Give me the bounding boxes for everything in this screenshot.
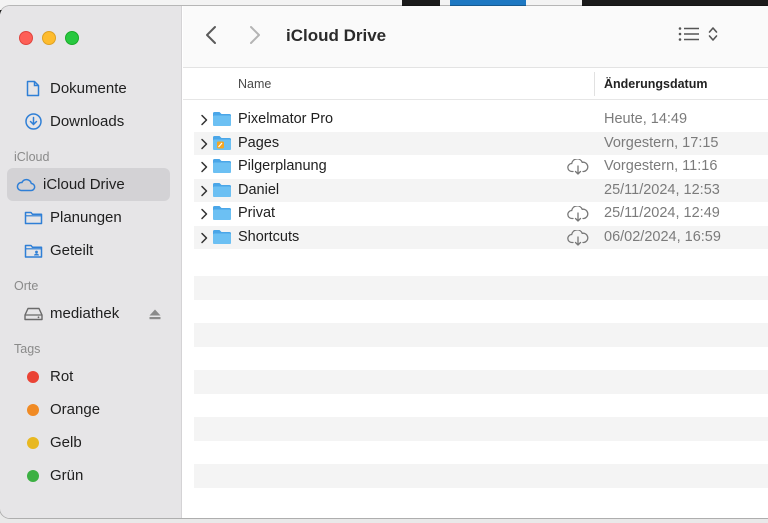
sidebar-item-label: Rot: [50, 368, 74, 385]
file-date: Vorgestern, 11:16: [604, 158, 718, 174]
file-list: Pixelmator Pro Heute, 14:49 Pages Vorges…: [194, 108, 768, 249]
file-name: Privat: [238, 205, 276, 221]
table-row[interactable]: Daniel 25/11/2024, 12:53: [194, 178, 768, 203]
folder-icon: [212, 182, 232, 203]
list-view-icon: [678, 26, 700, 47]
zoom-button[interactable]: [65, 31, 79, 45]
view-options-button[interactable]: [678, 26, 718, 47]
sidebar-section-header: Tags: [14, 342, 41, 356]
file-date: 25/11/2024, 12:49: [604, 205, 720, 221]
file-date: Vorgestern, 17:15: [604, 134, 719, 151]
sidebar-item-planungen[interactable]: Planungen: [7, 201, 175, 234]
file-name: Pages: [238, 134, 280, 151]
document-icon: [23, 80, 43, 98]
column-header: Name Änderungsdatum: [183, 69, 768, 100]
tag-color-icon: [23, 434, 43, 452]
sidebar-section-header: Orte: [14, 279, 39, 293]
pages-folder-icon: [212, 135, 232, 156]
chevron-up-down-icon: [708, 26, 718, 47]
folder-icon: [212, 111, 232, 132]
sidebar-item-label: Geteilt: [50, 242, 94, 259]
file-name: Shortcuts: [238, 228, 300, 245]
file-date: Heute, 14:49: [604, 111, 688, 127]
tag-color-icon: [23, 368, 43, 386]
sidebar-section-header: iCloud: [14, 150, 50, 164]
close-button[interactable]: [19, 31, 33, 45]
file-name: Pixelmator Pro: [238, 111, 334, 127]
cloud-download-icon[interactable]: [567, 228, 589, 251]
cloud-icon: [16, 176, 36, 194]
minimize-button[interactable]: [42, 31, 56, 45]
disclosure-chevron-icon[interactable]: [200, 207, 208, 225]
disclosure-chevron-icon[interactable]: [200, 160, 208, 178]
shared-folder-icon: [23, 242, 43, 260]
table-row[interactable]: Pilgerplanung Vorgestern, 11:16: [194, 155, 768, 179]
column-name[interactable]: Name: [238, 77, 271, 91]
sidebar-item-label: Downloads: [50, 113, 125, 130]
forward-button[interactable]: [249, 25, 261, 50]
window-controls: [19, 31, 79, 45]
sidebar: Dokumente Downloads iCloud iCloud Drive: [0, 6, 182, 518]
sidebar-item-label: iCloud Drive: [43, 176, 125, 193]
sidebar-item-geteilt[interactable]: Geteilt: [7, 234, 175, 267]
table-row[interactable]: Pages Vorgestern, 17:15: [194, 131, 768, 156]
sidebar-item-label: Gelb: [50, 434, 82, 451]
file-date: 25/11/2024, 12:53: [604, 181, 720, 198]
drive-icon: [23, 305, 43, 323]
sidebar-item-dokumente[interactable]: Dokumente: [7, 72, 175, 105]
sidebar-item-downloads[interactable]: Downloads: [7, 105, 175, 138]
column-divider[interactable]: [594, 72, 595, 96]
disclosure-chevron-icon[interactable]: [200, 231, 208, 249]
sidebar-item-label: mediathek: [50, 305, 120, 322]
folder-icon: [212, 158, 232, 179]
folder-icon: [212, 229, 232, 250]
folder-icon: [212, 205, 232, 226]
sidebar-item-mediathek[interactable]: mediathek: [7, 297, 175, 330]
folder-icon: [23, 209, 43, 227]
disclosure-chevron-icon[interactable]: [200, 113, 208, 131]
sidebar-tag-gelb[interactable]: Gelb: [7, 426, 175, 459]
empty-list-area[interactable]: [194, 276, 768, 511]
file-name: Pilgerplanung: [238, 158, 327, 174]
file-name: Daniel: [238, 181, 280, 198]
finder-window: Dokumente Downloads iCloud iCloud Drive: [0, 6, 768, 518]
disclosure-chevron-icon[interactable]: [200, 184, 208, 202]
sidebar-item-label: Dokumente: [50, 80, 127, 97]
tag-color-icon: [23, 401, 43, 419]
tag-color-icon: [23, 467, 43, 485]
sidebar-scrolled-item: [0, 62, 182, 72]
table-row[interactable]: Privat 25/11/2024, 12:49: [194, 202, 768, 226]
sidebar-tag-orange[interactable]: Orange: [7, 393, 175, 426]
download-icon: [23, 113, 43, 131]
window-title: iCloud Drive: [286, 26, 387, 45]
sidebar-item-label: Orange: [50, 401, 101, 418]
back-button[interactable]: [205, 25, 217, 50]
toolbar: iCloud Drive: [183, 6, 768, 68]
cloud-download-icon[interactable]: [567, 158, 589, 180]
disclosure-chevron-icon[interactable]: [200, 137, 208, 155]
sidebar-list: Dokumente Downloads iCloud iCloud Drive: [0, 62, 182, 492]
sidebar-tag-rot[interactable]: Rot: [7, 360, 175, 393]
file-date: 06/02/2024, 16:59: [604, 228, 721, 245]
eject-icon[interactable]: [149, 307, 161, 324]
sidebar-tag-gruen[interactable]: Grün: [7, 459, 175, 492]
sidebar-item-icloud-drive[interactable]: iCloud Drive: [7, 168, 170, 201]
column-date[interactable]: Änderungsdatum: [604, 77, 707, 91]
sidebar-item-label: Planungen: [50, 209, 122, 226]
cloud-download-icon[interactable]: [567, 205, 589, 227]
table-row[interactable]: Pixelmator Pro Heute, 14:49: [194, 108, 768, 132]
table-row[interactable]: Shortcuts 06/02/2024, 16:59: [194, 225, 768, 251]
sidebar-item-label: Grün: [50, 467, 84, 484]
